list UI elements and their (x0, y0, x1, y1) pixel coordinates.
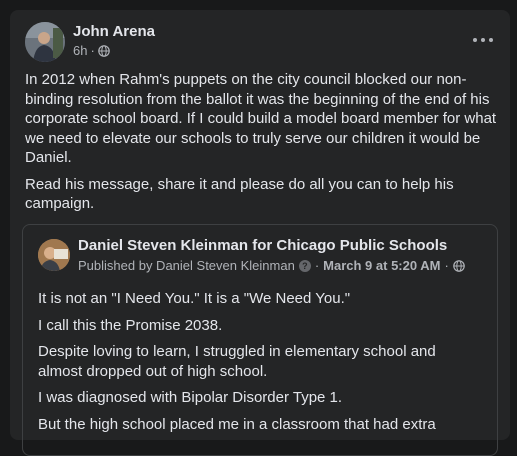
shared-paragraph: It is not an "I Need You." It is a "We N… (38, 290, 351, 307)
author-avatar[interactable] (25, 22, 65, 62)
page-avatar[interactable] (38, 239, 70, 271)
post-paragraph: In 2012 when Rahm's puppets on the city … (25, 71, 497, 166)
post-card: John Arena 6h · In 2012 when Rahm's pupp… (10, 10, 510, 456)
post-time[interactable]: 6h (73, 43, 87, 58)
published-by: Published by Daniel Steven Kleinman (78, 258, 295, 273)
post-paragraph: Read his message, share it and please do… (25, 175, 454, 213)
shared-paragraph: But the high school placed me in a class… (38, 415, 436, 433)
shared-paragraph: I was diagnosed with Bipolar Disorder Ty… (38, 389, 343, 406)
shared-post-date[interactable]: March 9 at 5:20 AM (323, 258, 440, 273)
post-text: In 2012 when Rahm's puppets on the city … (25, 70, 500, 221)
globe-icon (452, 259, 465, 272)
shared-paragraph: I call this the Promise 2038. (38, 316, 223, 334)
shared-page-name[interactable]: Daniel Steven Kleinman for Chicago Publi… (78, 237, 447, 254)
shared-paragraph: Despite loving to learn, I struggled in … (38, 343, 436, 380)
page-photo (38, 239, 70, 271)
more-options-icon[interactable] (473, 38, 493, 42)
shared-post-text: It is not an "I Need You." It is a "We N… (38, 289, 478, 441)
post-meta: 6h · (73, 43, 110, 58)
globe-icon (98, 44, 110, 57)
post-author-name[interactable]: John Arena (73, 23, 155, 40)
info-icon[interactable]: ? (298, 259, 311, 272)
shared-post-meta: Published by Daniel Steven Kleinman ? · … (78, 258, 465, 273)
author-photo (25, 22, 65, 62)
shared-post: Daniel Steven Kleinman for Chicago Publi… (22, 224, 498, 456)
